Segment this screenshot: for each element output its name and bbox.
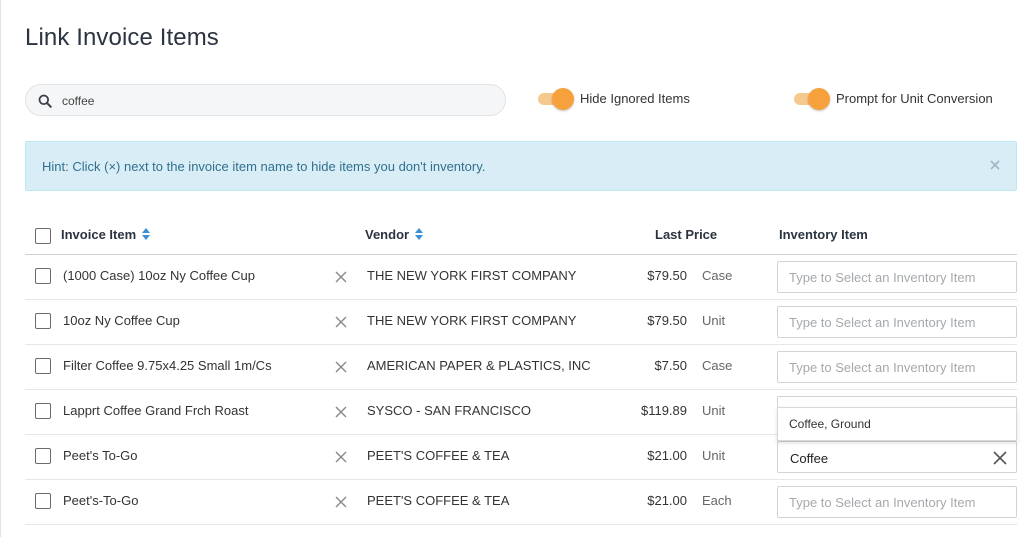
invoice-item-name: Peet's To-Go [63, 448, 138, 463]
price-unit: Unit [702, 448, 726, 463]
header-invoice-item-label: Invoice Item [61, 227, 137, 242]
price-unit: Unit [702, 403, 726, 418]
toggle-knob [808, 88, 830, 110]
price-unit: Case [702, 358, 733, 373]
vendor-name: THE NEW YORK FIRST COMPANY [367, 313, 577, 328]
invoice-items-table: Invoice Item Vendor Last Price Inventory… [25, 215, 1017, 525]
inventory-item-field-active[interactable] [777, 441, 1017, 473]
vendor-name: THE NEW YORK FIRST COMPANY [367, 268, 577, 283]
table-row: 10oz Ny Coffee Cup THE NEW YORK FIRST COM… [25, 300, 1017, 345]
page-title: Link Invoice Items [25, 24, 219, 51]
hide-ignored-label: Hide Ignored Items [580, 91, 690, 106]
header-last-price: Last Price [655, 227, 718, 242]
row-checkbox[interactable] [35, 493, 51, 509]
vendor-name: PEET'S COFFEE & TEA [367, 493, 510, 508]
inventory-item-input[interactable] [777, 306, 1017, 338]
left-border [0, 0, 1, 537]
table-header: Invoice Item Vendor Last Price Inventory… [25, 215, 1017, 255]
header-vendor-label: Vendor [365, 227, 410, 242]
hide-ignored-toggle[interactable] [538, 88, 574, 110]
table-row: (1000 Case) 10oz Ny Coffee Cup THE NEW YO… [25, 255, 1017, 300]
invoice-item-name: Filter Coffee 9.75x4.25 Small 1m/Cs [63, 358, 272, 373]
last-price: $79.50 [647, 313, 687, 328]
inventory-item-input[interactable] [777, 261, 1017, 293]
table-row: Peet's-To-Go PEET'S COFFEE & TEA $21.00 Eac… [25, 480, 1017, 525]
hint-text: Hint: Click (×) next to the invoice item… [42, 159, 486, 174]
sort-icon[interactable] [142, 228, 151, 240]
header-invoice-item[interactable]: Invoice Item [61, 227, 151, 242]
table-row: Peet's To-Go PEET'S COFFEE & TEA $21.00 Uni… [25, 435, 1017, 480]
unit-conversion-label: Prompt for Unit Conversion [836, 91, 993, 106]
row-checkbox[interactable] [35, 268, 51, 284]
inventory-suggestion-dropdown: Coffee, Ground [777, 407, 1017, 441]
unit-conversion-toggle[interactable] [794, 88, 830, 110]
search-input[interactable] [62, 92, 492, 110]
select-all-checkbox[interactable] [35, 228, 51, 244]
last-price: $21.00 [647, 493, 687, 508]
hide-item-icon[interactable] [335, 271, 347, 283]
vendor-name: SYSCO - SAN FRANCISCO [367, 403, 531, 418]
hide-item-icon[interactable] [335, 316, 347, 328]
vendor-name: PEET'S COFFEE & TEA [367, 448, 510, 463]
table-row: Filter Coffee 9.75x4.25 Small 1m/Cs AMERI… [25, 345, 1017, 390]
hint-banner: Hint: Click (×) next to the invoice item… [25, 141, 1017, 191]
header-inventory-item: Inventory Item [779, 227, 868, 242]
vendor-name: AMERICAN PAPER & PLASTICS, INC [367, 358, 591, 373]
dropdown-option[interactable]: Coffee, Ground [789, 417, 871, 431]
price-unit: Case [702, 268, 733, 283]
header-vendor[interactable]: Vendor [365, 227, 424, 242]
last-price: $7.50 [654, 358, 687, 373]
price-unit: Each [702, 493, 732, 508]
close-icon[interactable] [988, 157, 1002, 173]
toggle-knob [552, 88, 574, 110]
invoice-item-name: Peet's-To-Go [63, 493, 139, 508]
last-price: $119.89 [640, 403, 687, 418]
invoice-item-name: Lapprt Coffee Grand Frch Roast [63, 403, 249, 418]
inventory-item-input[interactable] [777, 486, 1017, 518]
row-checkbox[interactable] [35, 313, 51, 329]
hide-item-icon[interactable] [335, 451, 347, 463]
last-price: $21.00 [647, 448, 687, 463]
row-checkbox[interactable] [35, 358, 51, 374]
row-checkbox[interactable] [35, 403, 51, 419]
invoice-item-name: (1000 Case) 10oz Ny Coffee Cup [63, 268, 255, 283]
sort-icon[interactable] [415, 228, 424, 240]
inventory-item-input[interactable] [777, 351, 1017, 383]
hide-item-icon[interactable] [335, 361, 347, 373]
search-icon [38, 94, 52, 108]
hide-item-icon[interactable] [335, 406, 347, 418]
row-checkbox[interactable] [35, 448, 51, 464]
hide-item-icon[interactable] [335, 496, 347, 508]
invoice-item-name: 10oz Ny Coffee Cup [63, 313, 180, 328]
search-box[interactable] [25, 84, 506, 116]
clear-icon[interactable] [992, 450, 1008, 466]
inventory-item-input[interactable] [790, 449, 980, 467]
price-unit: Unit [702, 313, 726, 328]
last-price: $79.50 [647, 268, 687, 283]
